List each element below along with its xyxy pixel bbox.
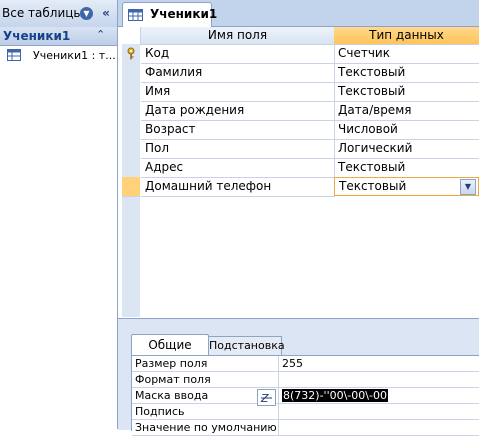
table-row[interactable]: Дата рождения Дата/время (118, 101, 479, 121)
column-header-data-type[interactable]: Тип данных (334, 27, 479, 45)
property-row[interactable]: Подпись (132, 404, 479, 420)
grid-header: Имя поля Тип данных (118, 27, 479, 45)
row-selector[interactable] (122, 101, 140, 121)
data-type-value: Текстовый (339, 179, 407, 193)
chevron-down-icon[interactable]: ▼ (80, 7, 93, 20)
table-icon (128, 9, 143, 21)
nav-group-title: Ученики1 (3, 29, 71, 43)
field-properties-pane: Общие Подстановка Размер поля 255 Формат… (118, 318, 479, 436)
property-row[interactable]: Формат поля (132, 372, 479, 388)
table-row[interactable]: Пол Логический (118, 139, 479, 159)
table-row[interactable]: Адрес Текстовый (118, 158, 479, 178)
input-mask-field[interactable]: 8(732)-''00\-00\-00 (278, 388, 479, 403)
field-name-cell[interactable]: Возраст (141, 120, 335, 140)
row-selector[interactable] (122, 158, 140, 178)
data-type-cell[interactable]: Дата/время (334, 101, 479, 121)
tab-lookup[interactable]: Подстановка (208, 336, 285, 355)
tab-general[interactable]: Общие (131, 334, 209, 356)
field-name-cell[interactable]: Имя (141, 82, 335, 102)
property-label: Подпись (135, 405, 185, 418)
navigation-pane: Все таблицы ▼ « Ученики1 ⌃ Ученики1 : т.… (0, 0, 118, 429)
header-corner (122, 27, 141, 45)
navigation-pane-title: Все таблицы (2, 6, 83, 20)
table-row[interactable]: Код Счетчик (118, 44, 479, 64)
document-tab[interactable]: Ученики1 (122, 2, 217, 27)
field-name-cell[interactable]: Дата рождения (141, 101, 335, 121)
row-selector[interactable] (122, 120, 140, 140)
document-tab-strip: Ученики1 (118, 0, 479, 27)
property-label: Размер поля (135, 357, 208, 370)
data-type-select[interactable]: Текстовый ▼ (334, 177, 479, 196)
table-icon (7, 49, 21, 61)
input-mask-value: 8(732)-''00\-00\-00 (282, 389, 388, 402)
property-row[interactable]: Размер поля 255 (132, 356, 479, 372)
property-row[interactable]: Маска ввода Z 8(732)-''00\-00\-00 (132, 388, 479, 406)
table-row[interactable]: Фамилия Текстовый (118, 63, 479, 83)
field-name-cell[interactable]: Пол (141, 139, 335, 159)
row-selector[interactable] (122, 63, 140, 83)
property-label: Формат поля (135, 373, 211, 386)
table-row-current[interactable]: Домашний телефон Текстовый ▼ (118, 177, 479, 197)
row-selector[interactable] (122, 82, 140, 102)
row-selector[interactable] (122, 177, 140, 197)
table-row[interactable]: Имя Текстовый (118, 82, 479, 102)
property-row[interactable]: Значение по умолчанию (132, 420, 479, 436)
collapse-pane-icon[interactable]: « (99, 4, 113, 22)
navigation-pane-header[interactable]: Все таблицы ▼ « (0, 0, 117, 28)
table-design-grid: Имя поля Тип данных Код Счетчик Фамилия … (118, 27, 479, 317)
data-type-cell[interactable]: Счетчик (334, 44, 479, 64)
nav-item-label: Ученики1 : т... (33, 49, 116, 62)
column-header-field-name[interactable]: Имя поля (141, 27, 335, 45)
property-label: Значение по умолчанию (135, 421, 277, 434)
table-row[interactable]: Возраст Числовой (118, 120, 479, 140)
property-value[interactable] (278, 372, 479, 387)
data-type-cell[interactable]: Текстовый (334, 63, 479, 83)
row-selector[interactable] (122, 139, 140, 159)
field-name-cell[interactable]: Фамилия (141, 63, 335, 83)
data-type-cell[interactable]: Текстовый (334, 82, 479, 102)
property-value[interactable]: 255 (278, 356, 479, 371)
chevron-up-icon[interactable]: ⌃ (96, 28, 105, 41)
chevron-down-icon[interactable]: ▼ (460, 179, 476, 195)
data-type-cell[interactable]: Текстовый (334, 158, 479, 178)
document-tab-label: Ученики1 (150, 7, 218, 21)
nav-item-table[interactable]: Ученики1 : т... (0, 47, 117, 65)
property-sheet: Размер поля 255 Формат поля Маска ввода … (131, 355, 479, 436)
property-value[interactable] (278, 404, 479, 419)
property-label: Маска ввода (135, 389, 209, 402)
data-type-cell[interactable]: Числовой (334, 120, 479, 140)
field-name-cell[interactable]: Адрес (141, 158, 335, 178)
primary-key-icon (127, 47, 135, 60)
property-value[interactable] (278, 420, 479, 435)
data-type-cell[interactable]: Логический (334, 139, 479, 159)
field-name-cell[interactable]: Код (141, 44, 335, 64)
nav-group-header[interactable]: Ученики1 ⌃ (0, 27, 117, 46)
field-name-cell[interactable]: Домашний телефон (141, 177, 335, 197)
row-selector[interactable] (122, 44, 140, 64)
